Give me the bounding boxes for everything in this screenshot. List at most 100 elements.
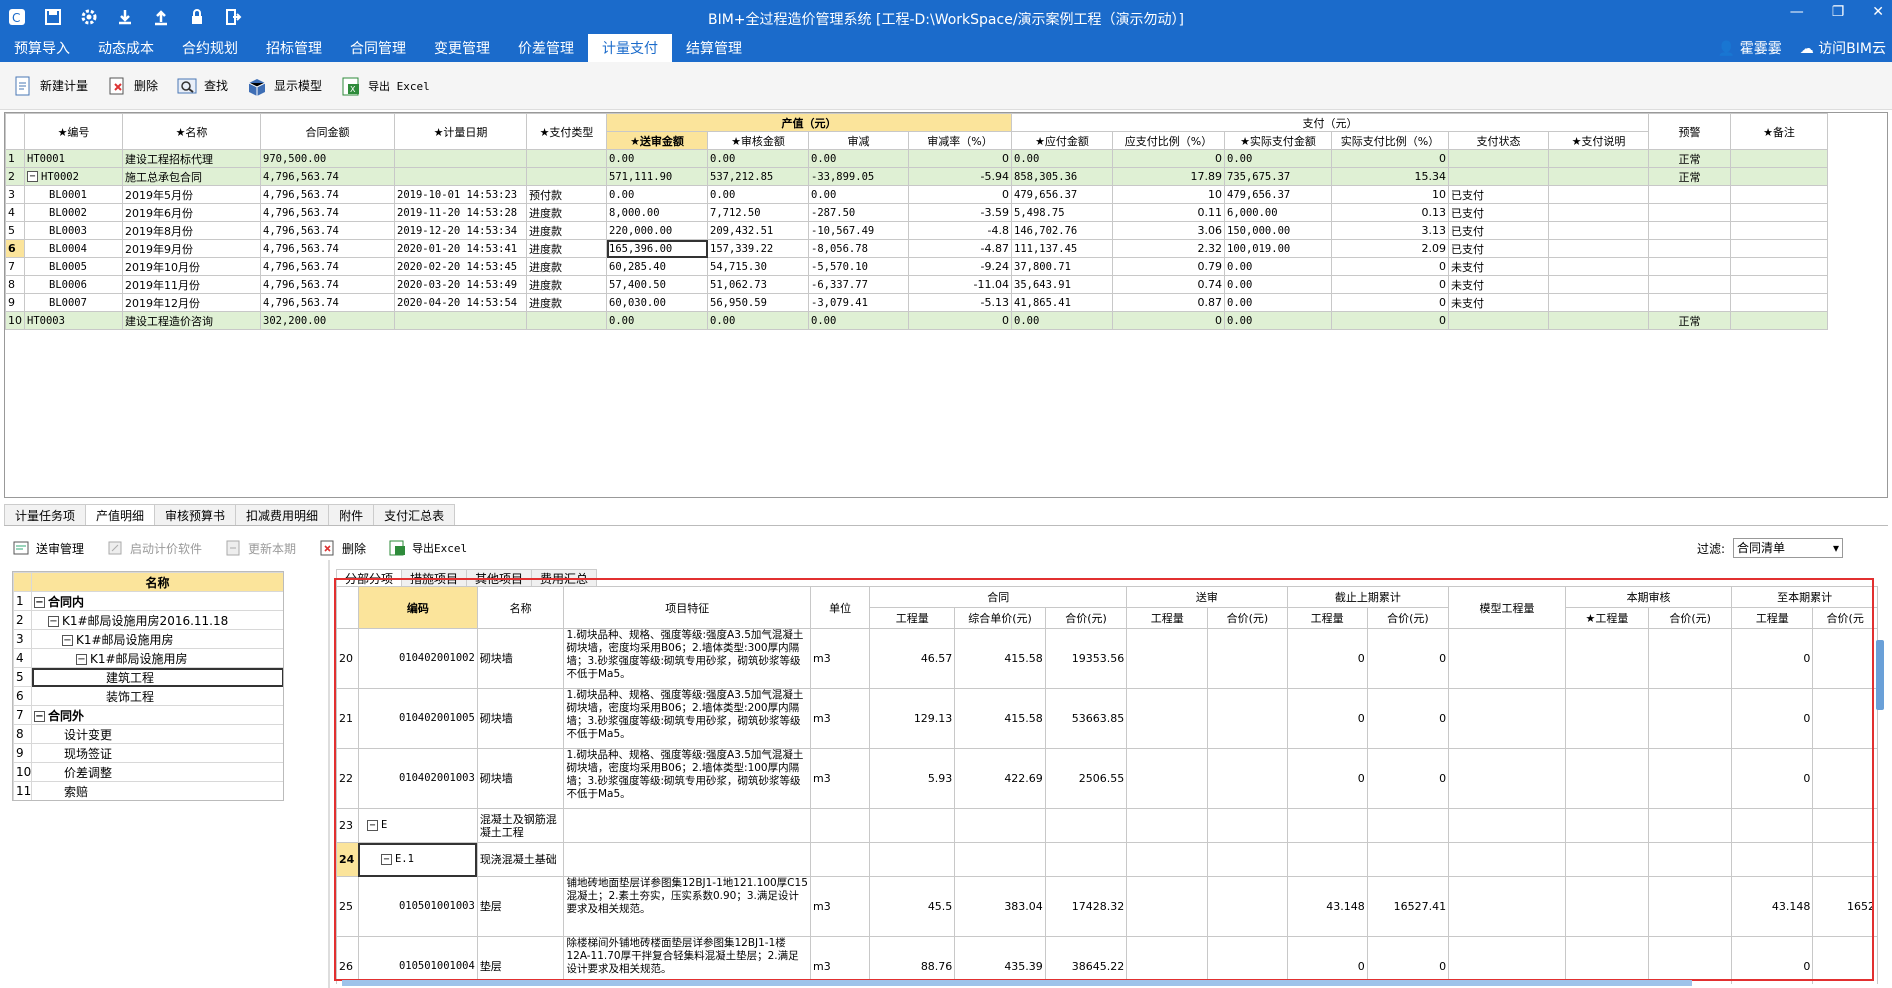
cell-rate[interactable]: -4.8 — [908, 221, 1012, 240]
filter-select[interactable]: 合同清单 — [1733, 538, 1844, 558]
cell-feature[interactable] — [563, 808, 811, 843]
cell-cum-qty[interactable] — [1731, 808, 1814, 843]
col-header[interactable]: 综合单价(元) — [954, 607, 1046, 629]
table-row[interactable]: 20 010402001002 砌块墙 1.砌块品种、规格、强度等级:强度A3.5加气… — [336, 628, 1878, 689]
col-header[interactable]: ★送审金额 — [606, 131, 708, 150]
cell-audit-total[interactable] — [1648, 688, 1733, 749]
cell-date[interactable]: 2020-04-20 14:53:54 — [394, 293, 527, 312]
cell-pr[interactable]: 3.06 — [1112, 221, 1225, 240]
cell-date[interactable]: 2020-01-20 14:53:41 — [394, 239, 527, 258]
cell-note[interactable] — [1548, 239, 1649, 258]
cell-type[interactable] — [526, 167, 607, 186]
cell-red[interactable]: 0.00 — [808, 311, 909, 330]
detail-tab[interactable]: 扣减费用明细 — [235, 504, 330, 526]
cell-aud[interactable]: 537,212.85 — [707, 167, 809, 186]
col-header[interactable]: 工程量 — [1126, 607, 1209, 629]
cell-aud[interactable]: 54,715.30 — [707, 257, 809, 276]
cell-actual[interactable]: 0.00 — [1224, 257, 1332, 276]
tree-node[interactable]: 索赔 — [31, 781, 283, 800]
menu-tab[interactable]: 价差管理 — [504, 34, 588, 62]
cell-apr[interactable]: 0 — [1331, 311, 1449, 330]
cell-cum-qty[interactable]: 43.148 — [1731, 876, 1814, 937]
cell-submit-qty[interactable] — [1126, 628, 1209, 689]
cell-qty[interactable] — [869, 842, 956, 877]
col-header[interactable]: 项目特征 — [563, 586, 811, 629]
cell-apr[interactable]: 0 — [1331, 293, 1449, 312]
restore-icon[interactable]: ❐ — [1832, 4, 1845, 20]
cell-sub[interactable]: 57,400.50 — [606, 275, 708, 294]
cell-amount[interactable]: 4,796,563.74 — [260, 293, 395, 312]
cell-unit-price[interactable]: 415.58 — [954, 628, 1046, 689]
cell-code[interactable]: − E.1 — [357, 842, 478, 877]
col-header[interactable]: 审减 — [808, 131, 909, 150]
cell-payable[interactable]: 35,643.91 — [1011, 275, 1113, 294]
cell-remark[interactable] — [1730, 167, 1828, 186]
cell-prev-qty[interactable]: 0 — [1286, 748, 1368, 809]
cell-audit-qty[interactable] — [1564, 808, 1650, 843]
cell-apr[interactable]: 10 — [1331, 185, 1449, 204]
cell-unit[interactable] — [809, 842, 871, 877]
cell-cum-qty[interactable] — [1731, 842, 1814, 877]
cell-date[interactable] — [394, 149, 527, 168]
tree-row[interactable]: 11 索赔 — [13, 781, 283, 800]
cell-remark[interactable] — [1730, 293, 1828, 312]
cell-prev-total[interactable]: 0 — [1366, 688, 1450, 749]
cell-total[interactable] — [1044, 842, 1128, 877]
table-row[interactable]: 9 BL0007 2019年12月份 4,796,563.74 2020-04-20 1… — [5, 293, 1828, 312]
close-icon[interactable]: ✕ — [1872, 4, 1884, 20]
cell-audit-total[interactable] — [1648, 628, 1733, 689]
cell-submit-total[interactable] — [1207, 936, 1288, 984]
vertical-scrollbar[interactable] — [1876, 640, 1884, 710]
cell-unit[interactable]: m3 — [809, 936, 871, 984]
cell-sub[interactable]: 0.00 — [606, 311, 708, 330]
cell-audit-total[interactable] — [1648, 748, 1733, 809]
cell-remark[interactable] — [1730, 203, 1828, 222]
menu-tab[interactable]: 计量支付 — [588, 34, 672, 62]
cell-amount[interactable]: 4,796,563.74 — [260, 257, 395, 276]
cell-unit-price[interactable] — [954, 842, 1046, 877]
cell-code[interactable]: 010501001004 — [357, 936, 478, 984]
cell-code[interactable]: BL0002 — [24, 203, 123, 222]
cell-actual[interactable]: 0.00 — [1224, 149, 1332, 168]
cell-prev-qty[interactable]: 43.148 — [1286, 876, 1368, 937]
cell-cum-qty[interactable]: 0 — [1731, 628, 1814, 689]
cell-submit-total[interactable] — [1207, 808, 1288, 843]
cell-pr[interactable]: 0 — [1112, 149, 1225, 168]
cell-status[interactable] — [1448, 167, 1549, 186]
send-manage-button[interactable]: 送审管理 — [12, 539, 84, 557]
col-header[interactable]: ★审核金额 — [707, 131, 809, 150]
cell-cum-total[interactable] — [1812, 628, 1878, 689]
cell-status[interactable]: 未支付 — [1448, 275, 1549, 294]
cell-status[interactable]: 已支付 — [1448, 239, 1549, 258]
col-header[interactable]: 合价(元) — [1044, 607, 1128, 629]
cell-cum-total[interactable] — [1812, 688, 1878, 749]
cell-red[interactable]: -287.50 — [808, 203, 909, 222]
cell-actual[interactable]: 0.00 — [1224, 293, 1332, 312]
cell-rate[interactable]: -3.59 — [908, 203, 1012, 222]
cell-qty[interactable]: 46.57 — [869, 628, 956, 689]
cell-model-qty[interactable] — [1448, 748, 1566, 809]
cell-qty[interactable]: 45.5 — [869, 876, 956, 937]
cell-apr[interactable]: 0.13 — [1331, 203, 1449, 222]
cell-amount[interactable]: 4,796,563.74 — [260, 203, 395, 222]
menu-tab[interactable]: 合同管理 — [336, 34, 420, 62]
cell-prev-qty[interactable]: 0 — [1286, 688, 1368, 749]
cell-pr[interactable]: 0.11 — [1112, 203, 1225, 222]
cell-type[interactable]: 进度款 — [526, 275, 607, 294]
cell-sub[interactable]: 571,111.90 — [606, 167, 708, 186]
bill-subtab[interactable]: 措施项目 — [401, 569, 468, 587]
launch-pricing-button[interactable]: 启动计价软件 — [106, 539, 202, 557]
cell-name[interactable]: 2019年12月份 — [122, 293, 261, 312]
cell-type[interactable]: 进度款 — [526, 257, 607, 276]
cell-submit-qty[interactable] — [1126, 876, 1209, 937]
table-row[interactable]: 21 010402001005 砌块墙 1.砌块品种、规格、强度等级:强度A3.5加气… — [336, 688, 1878, 749]
cell-model-qty[interactable] — [1448, 936, 1566, 984]
collapse-toggle-icon[interactable]: − — [76, 653, 87, 665]
cell-actual[interactable]: 150,000.00 — [1224, 221, 1332, 240]
table-row[interactable]: 23− E 混凝土及钢筋混凝土工程 — [336, 808, 1878, 843]
cell-status[interactable] — [1448, 311, 1549, 330]
tree-node[interactable]: 现场签证 — [31, 743, 283, 763]
cell-model-qty[interactable] — [1448, 842, 1566, 877]
cell-prev-total[interactable]: 16527.41 — [1366, 876, 1450, 937]
cell-submit-total[interactable] — [1207, 748, 1288, 809]
